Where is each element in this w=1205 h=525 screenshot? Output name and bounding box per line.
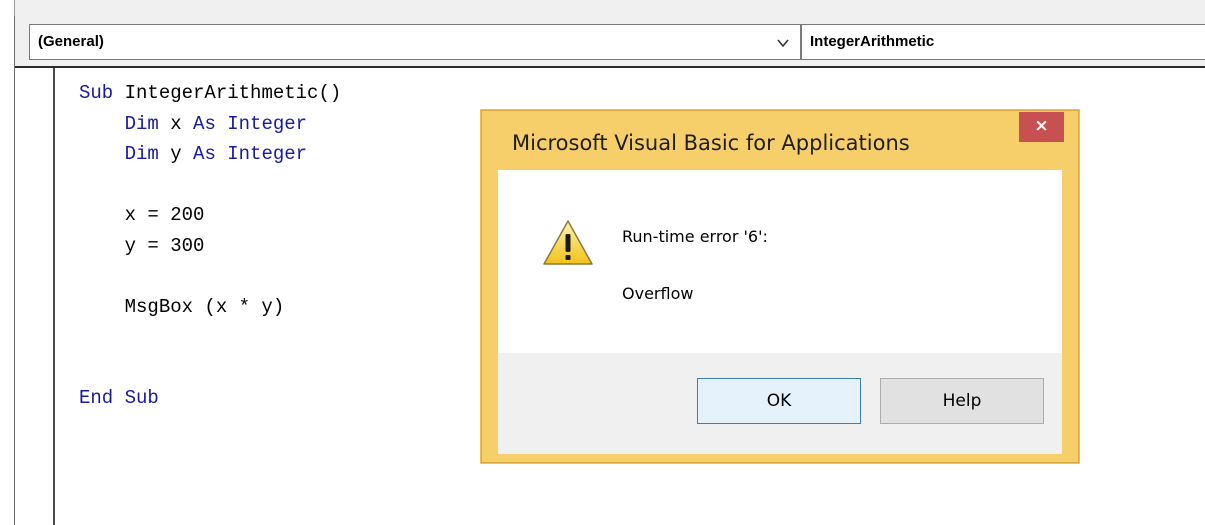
close-button[interactable]: × [1019, 112, 1064, 142]
code-line[interactable] [79, 170, 341, 201]
error-dialog: Microsoft Visual Basic for Applications … [481, 110, 1079, 463]
code-text-segment: x [158, 112, 194, 135]
object-combo[interactable]: (General) [29, 24, 801, 60]
chevron-down-icon[interactable] [776, 36, 790, 50]
code-line[interactable]: End Sub [79, 383, 341, 414]
code-line[interactable]: x = 200 [79, 200, 341, 231]
margin-indicator-bar[interactable] [25, 68, 55, 525]
ok-button[interactable]: OK [697, 378, 861, 424]
close-icon: × [1034, 116, 1049, 136]
code-line[interactable] [79, 353, 341, 384]
code-keyword: Dim [124, 143, 159, 165]
code-keyword: Dim [124, 112, 159, 135]
code-keyword: As Integer [193, 143, 308, 165]
code-line[interactable] [79, 261, 341, 292]
code-line[interactable]: MsgBox (x * y) [79, 292, 341, 323]
procedure-combo[interactable]: IntegerArithmetic [801, 24, 1205, 60]
code-window-toolbar: (General) IntegerArithmetic [15, 16, 1205, 66]
code-text-segment: MsgBox (x * y) [79, 295, 285, 318]
code-line[interactable]: Dim y As Integer [79, 139, 341, 170]
code-text-segment: x = 200 [79, 204, 205, 226]
code-text[interactable]: Sub IntegerArithmetic() Dim x As Integer… [79, 78, 341, 414]
procedure-combo-value: IntegerArithmetic [810, 33, 935, 50]
top-frame-border [14, 0, 1205, 16]
dialog-title: Microsoft Visual Basic for Applications [512, 131, 910, 155]
code-text-segment: y [158, 143, 194, 165]
code-text-segment [79, 143, 125, 165]
code-line[interactable]: y = 300 [79, 231, 341, 262]
warning-icon [543, 220, 593, 265]
left-frame-border [0, 0, 14, 525]
code-line[interactable]: Sub IntegerArithmetic() [79, 78, 341, 109]
object-combo-value: (General) [38, 33, 104, 50]
code-line[interactable] [79, 322, 341, 353]
code-keyword: End Sub [79, 387, 159, 409]
code-text-segment [79, 113, 125, 135]
code-text-segment: y = 300 [79, 234, 205, 257]
code-keyword: Sub [79, 82, 114, 104]
error-detail: Overflow [622, 284, 694, 303]
code-keyword: As Integer [193, 112, 308, 135]
code-text-segment: IntegerArithmetic() [113, 82, 342, 104]
code-line[interactable]: Dim x As Integer [79, 109, 341, 140]
help-button[interactable]: Help [880, 378, 1044, 424]
error-message: Run-time error '6': [622, 227, 768, 246]
